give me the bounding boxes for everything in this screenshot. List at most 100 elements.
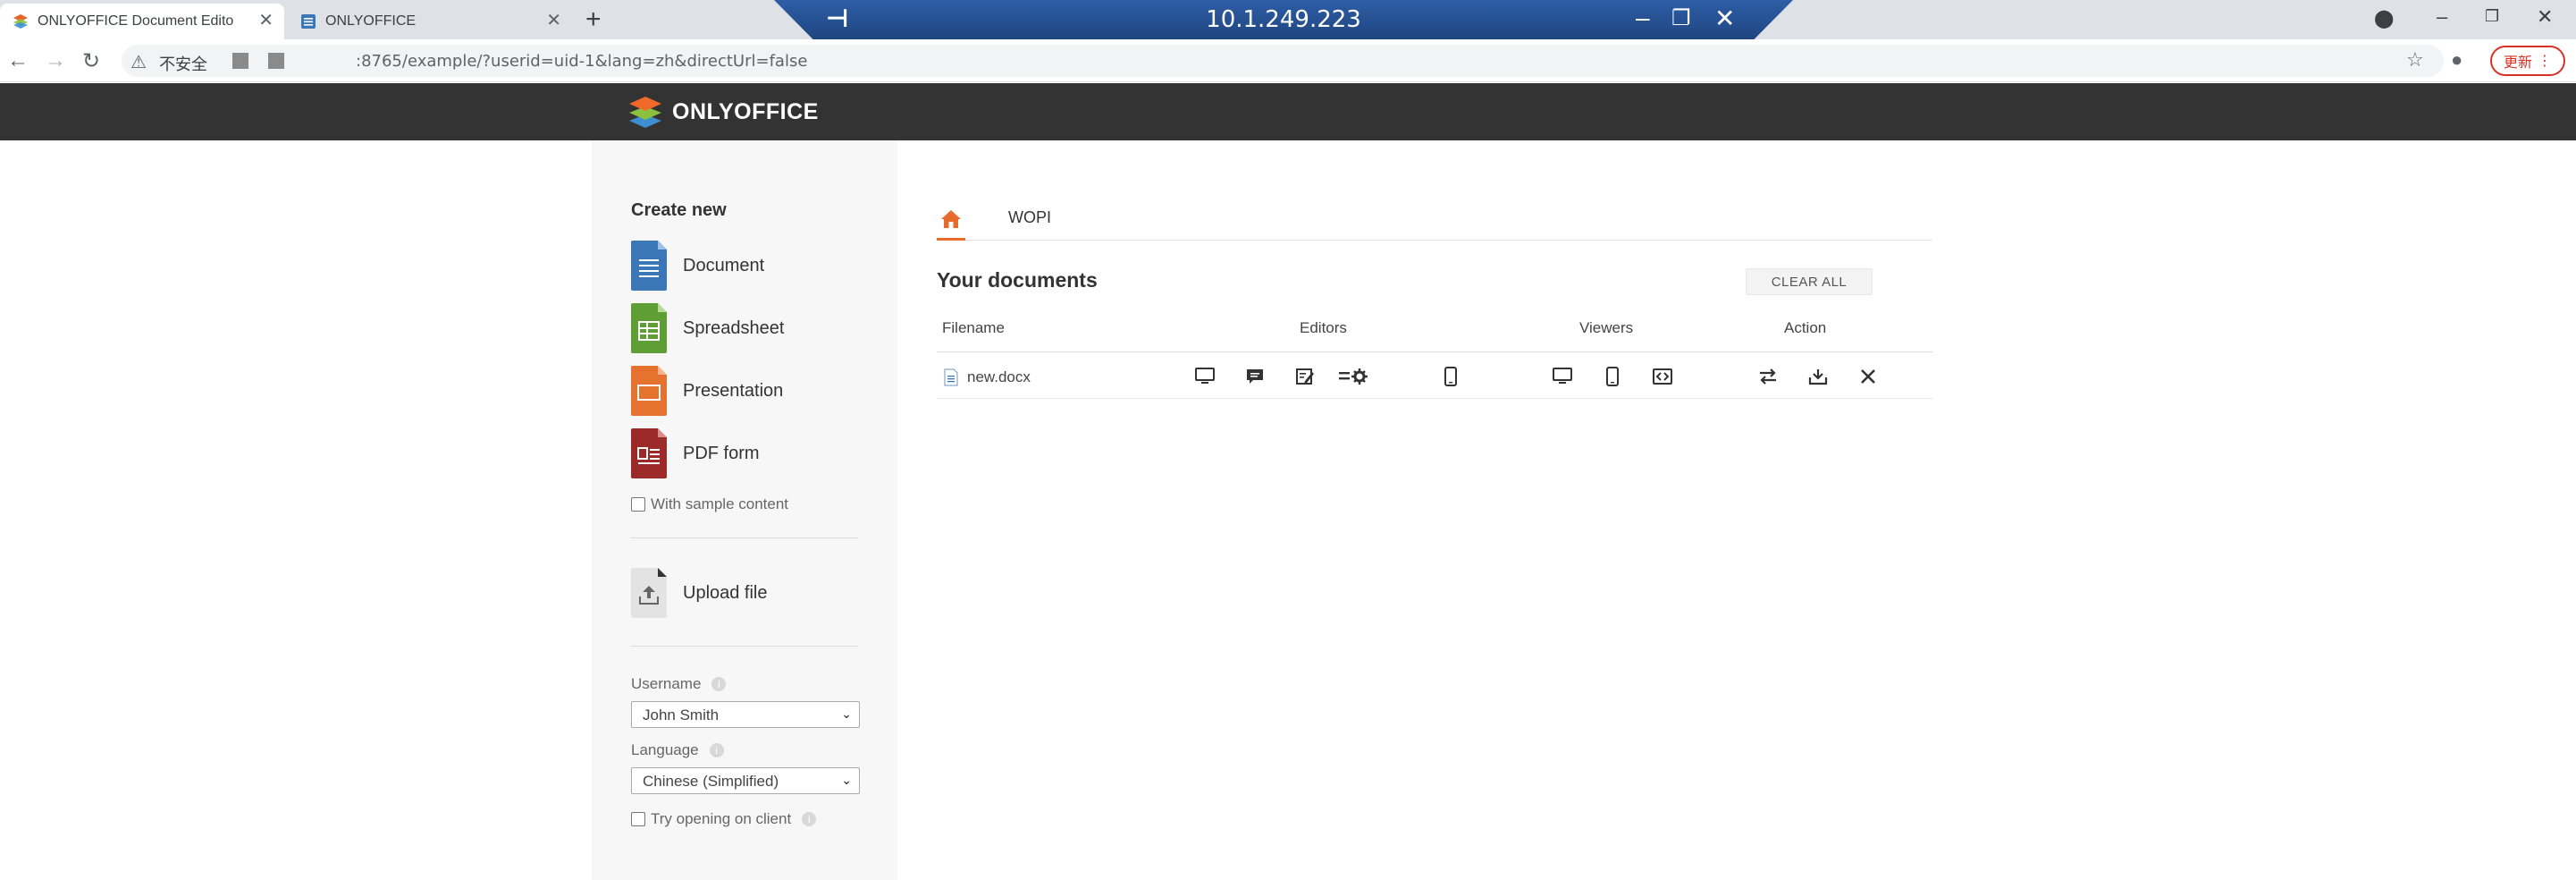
- browser-tab-title: ONLYOFFICE Document Edito: [38, 13, 234, 29]
- warning-icon[interactable]: ⚠: [130, 51, 147, 73]
- convert-icon: [1760, 368, 1776, 385]
- update-button[interactable]: 更新 ⋮: [2490, 46, 2565, 76]
- browser-tab-active[interactable]: ONLYOFFICE Document Edito ✕: [0, 4, 284, 39]
- view-desktop-button[interactable]: [1551, 365, 1574, 388]
- document-favicon-icon: [301, 14, 316, 29]
- browser-tab[interactable]: ONLYOFFICE ✕: [288, 4, 572, 39]
- sample-content-option[interactable]: With sample content: [631, 495, 788, 513]
- delete-button[interactable]: [1856, 365, 1880, 388]
- table-row: new.docx: [937, 352, 1932, 399]
- edit-review-button[interactable]: [1293, 365, 1317, 388]
- window-close-icon[interactable]: ✕: [2537, 5, 2553, 29]
- mobile-icon: [1606, 367, 1619, 386]
- edit-comment-button[interactable]: [1243, 365, 1267, 388]
- clear-all-button[interactable]: CLEAR ALL: [1746, 268, 1873, 295]
- language-select[interactable]: Chinese (Simplified) ⌄: [631, 767, 860, 794]
- restore-icon[interactable]: ❐: [1671, 5, 1691, 31]
- create-new-heading: Create new: [631, 200, 727, 220]
- embed-icon: [1653, 368, 1672, 385]
- username-label: Username: [631, 675, 702, 692]
- tab-home[interactable]: [937, 203, 965, 241]
- username-select[interactable]: John Smith ⌄: [631, 701, 860, 728]
- review-icon: [1296, 368, 1314, 385]
- redacted-block: [268, 53, 284, 69]
- browser-toolbar: ← → ↻ ⚠ 不安全 :8765/example/?userid=uid-1&…: [0, 39, 2576, 82]
- column-header-viewers: Viewers: [1579, 319, 1634, 336]
- view-mobile-button[interactable]: [1601, 365, 1624, 388]
- try-client-label: Try opening on client: [651, 810, 792, 827]
- edit-desktop-button[interactable]: [1193, 365, 1216, 388]
- tab-wopi[interactable]: WOPI: [1008, 208, 1051, 227]
- document-filename: new.docx: [967, 368, 1031, 385]
- onlyoffice-logo[interactable]: ONLYOFFICE: [627, 95, 819, 129]
- create-presentation-button[interactable]: Presentation: [631, 365, 783, 417]
- back-icon[interactable]: ←: [7, 48, 29, 73]
- info-icon[interactable]: i: [709, 743, 724, 757]
- chevron-down-icon: ⌄: [841, 707, 852, 721]
- download-button[interactable]: [1806, 365, 1830, 388]
- profile-menu-icon[interactable]: ⬤: [2374, 7, 2394, 30]
- spreadsheet-icon: [631, 303, 667, 353]
- divider: [631, 537, 858, 538]
- create-pdf-form-button[interactable]: PDF form: [631, 427, 760, 479]
- upload-icon: [631, 568, 667, 618]
- column-header-action: Action: [1784, 319, 1827, 336]
- home-icon: [941, 210, 961, 228]
- address-bar[interactable]: ⚠ 不安全 :8765/example/?userid=uid-1&lang=z…: [122, 45, 2444, 77]
- content-tabs: WOPI: [937, 203, 1932, 241]
- onlyoffice-favicon-icon: [13, 14, 28, 29]
- window-restore-icon[interactable]: ❐: [2485, 7, 2499, 26]
- info-icon[interactable]: i: [711, 677, 727, 691]
- close-icon: [1861, 369, 1875, 384]
- close-icon[interactable]: ✕: [1714, 4, 1735, 33]
- onlyoffice-logo-icon: [629, 97, 661, 128]
- username-value: John Smith: [643, 707, 720, 723]
- more-icon: ⋮: [2538, 54, 2552, 69]
- edit-mobile-button[interactable]: [1439, 365, 1462, 388]
- security-label[interactable]: 不安全: [159, 52, 207, 75]
- url-text[interactable]: :8765/example/?userid=uid-1&lang=zh&dire…: [356, 52, 807, 71]
- create-item-label: Document: [683, 255, 765, 275]
- convert-button[interactable]: [1756, 365, 1780, 388]
- download-icon: [1808, 369, 1828, 385]
- create-spreadsheet-button[interactable]: Spreadsheet: [631, 302, 784, 354]
- document-link[interactable]: new.docx: [944, 368, 1031, 386]
- create-document-button[interactable]: Document: [631, 240, 764, 292]
- info-icon[interactable]: i: [802, 812, 817, 826]
- try-client-checkbox[interactable]: [631, 812, 645, 826]
- close-tab-icon[interactable]: ✕: [258, 12, 274, 30]
- document-icon: [631, 241, 667, 291]
- upload-file-label: Upload file: [683, 582, 768, 603]
- column-header-filename: Filename: [942, 319, 1005, 336]
- minimize-icon[interactable]: –: [1636, 4, 1650, 32]
- brand-name: ONLYOFFICE: [672, 98, 819, 124]
- create-item-label: Presentation: [683, 380, 784, 401]
- language-value: Chinese (Simplified): [643, 773, 779, 790]
- new-tab-icon[interactable]: +: [585, 5, 602, 34]
- comment-icon: [1247, 369, 1263, 384]
- bookmark-star-icon[interactable]: ☆: [2406, 48, 2424, 72]
- fill-forms-icon: [1339, 368, 1368, 385]
- reload-icon[interactable]: ↻: [82, 48, 100, 74]
- site-header: ONLYOFFICE: [0, 83, 2576, 140]
- try-client-option[interactable]: Try opening on client i: [631, 810, 817, 828]
- create-item-label: PDF form: [683, 443, 760, 463]
- presentation-icon: [631, 366, 667, 416]
- your-documents-heading: Your documents: [937, 268, 1098, 292]
- mobile-icon: [1444, 367, 1457, 386]
- main-content: WOPI Your documents CLEAR ALL Filename E…: [937, 140, 1934, 880]
- forward-icon[interactable]: →: [45, 48, 66, 73]
- sample-content-checkbox[interactable]: [631, 497, 645, 512]
- language-label: Language: [631, 741, 699, 758]
- sample-content-label: With sample content: [651, 495, 789, 512]
- window-minimize-icon[interactable]: –: [2437, 5, 2447, 29]
- view-embedded-button[interactable]: [1651, 365, 1674, 388]
- close-tab-icon[interactable]: ✕: [546, 12, 561, 30]
- divider: [631, 646, 858, 647]
- remote-desktop-bar: ⊣ 10.1.249.223 – ❐ ✕: [774, 0, 1793, 41]
- account-icon[interactable]: ●: [2451, 48, 2462, 72]
- edit-fill-forms-button[interactable]: [1337, 365, 1371, 388]
- docx-file-icon: [944, 368, 958, 386]
- pdf-form-icon: [631, 428, 667, 478]
- upload-file-button[interactable]: Upload file: [631, 567, 768, 619]
